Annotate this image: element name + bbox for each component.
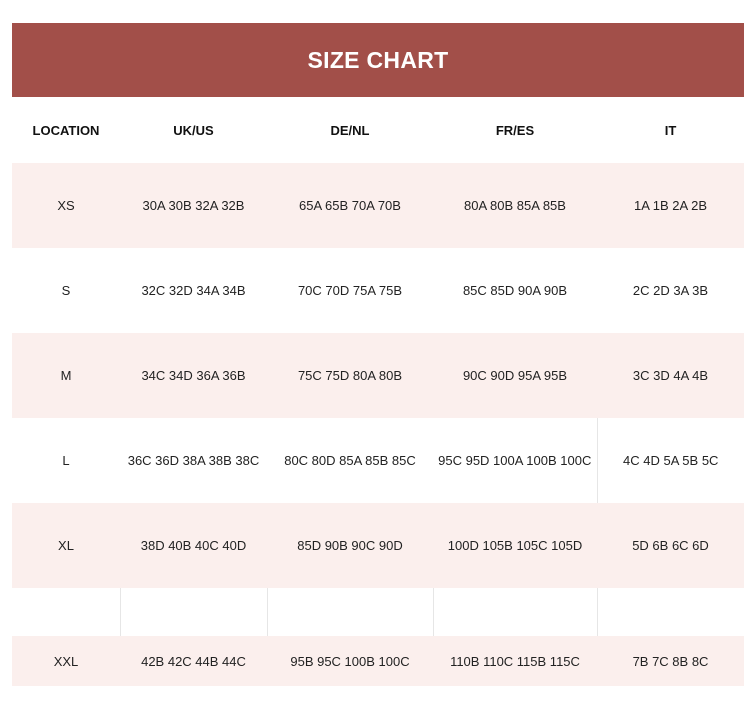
uk-us-cell: 36C 36D 38A 38B 38C [120, 418, 267, 503]
it-cell: 3C 3D 4A 4B [597, 333, 744, 418]
fr-es-cell: 80A 80B 85A 85B [433, 163, 597, 248]
size-label: XS [12, 163, 120, 248]
size-chart: SIZE CHART LOCATION UK/US DE/NL FR/ES IT… [12, 23, 744, 686]
de-nl-cell: 65A 65B 70A 70B [267, 163, 433, 248]
de-nl-cell: 80C 80D 85A 85B 85C [267, 418, 433, 503]
empty-cell [432, 588, 597, 636]
it-cell: 4C 4D 5A 5B 5C [596, 418, 744, 503]
header-location: LOCATION [32, 122, 100, 138]
fr-es-cell: 110B 110C 115B 115C [433, 636, 597, 686]
header-row: LOCATION UK/US DE/NL FR/ES IT [12, 97, 744, 163]
empty-cell [12, 588, 120, 636]
empty-cell [119, 588, 267, 636]
uk-us-cell: 30A 30B 32A 32B [120, 163, 267, 248]
header-de-nl: DE/NL [330, 122, 370, 138]
it-cell: 7B 7C 8B 8C [597, 636, 744, 686]
table-row: S 32C 32D 34A 34B 70C 70D 75A 75B 85C 85… [12, 248, 744, 333]
it-cell: 1A 1B 2A 2B [597, 163, 744, 248]
it-cell: 5D 6B 6C 6D [597, 503, 744, 588]
header-fr-es: FR/ES [495, 122, 535, 138]
size-label: XL [12, 503, 120, 588]
table-row: XXL 42B 42C 44B 44C 95B 95C 100B 100C 11… [12, 636, 744, 686]
de-nl-cell: 85D 90B 90C 90D [267, 503, 433, 588]
uk-us-cell: 34C 34D 36A 36B [120, 333, 267, 418]
fr-es-cell: 90C 90D 95A 95B [433, 333, 597, 418]
de-nl-cell: 95B 95C 100B 100C [267, 636, 433, 686]
de-nl-cell: 75C 75D 80A 80B [267, 333, 433, 418]
size-label: M [12, 333, 120, 418]
empty-cell [266, 588, 433, 636]
fr-es-cell: 95C 95D 100A 100B 100C [433, 418, 597, 503]
uk-us-cell: 32C 32D 34A 34B [120, 248, 267, 333]
table-row: XS 30A 30B 32A 32B 65A 65B 70A 70B 80A 8… [12, 163, 744, 248]
header-it: IT [664, 122, 677, 138]
size-table: LOCATION UK/US DE/NL FR/ES IT XS 30A 30B… [12, 97, 744, 686]
uk-us-cell: 42B 42C 44B 44C [120, 636, 267, 686]
table-row: M 34C 34D 36A 36B 75C 75D 80A 80B 90C 90… [12, 333, 744, 418]
header-uk-us: UK/US [173, 122, 214, 138]
empty-cell [596, 588, 744, 636]
size-chart-title: SIZE CHART [12, 23, 744, 97]
fr-es-cell: 85C 85D 90A 90B [433, 248, 597, 333]
size-label: XXL [12, 636, 120, 686]
size-label: L [12, 418, 120, 503]
fr-es-cell: 100D 105B 105C 105D [433, 503, 597, 588]
table-row: L 36C 36D 38A 38B 38C 80C 80D 85A 85B 85… [12, 418, 744, 503]
de-nl-cell: 70C 70D 75A 75B [267, 248, 433, 333]
table-row: XL 38D 40B 40C 40D 85D 90B 90C 90D 100D … [12, 503, 744, 588]
size-label: S [12, 248, 120, 333]
empty-row [12, 588, 744, 636]
uk-us-cell: 38D 40B 40C 40D [120, 503, 267, 588]
it-cell: 2C 2D 3A 3B [597, 248, 744, 333]
